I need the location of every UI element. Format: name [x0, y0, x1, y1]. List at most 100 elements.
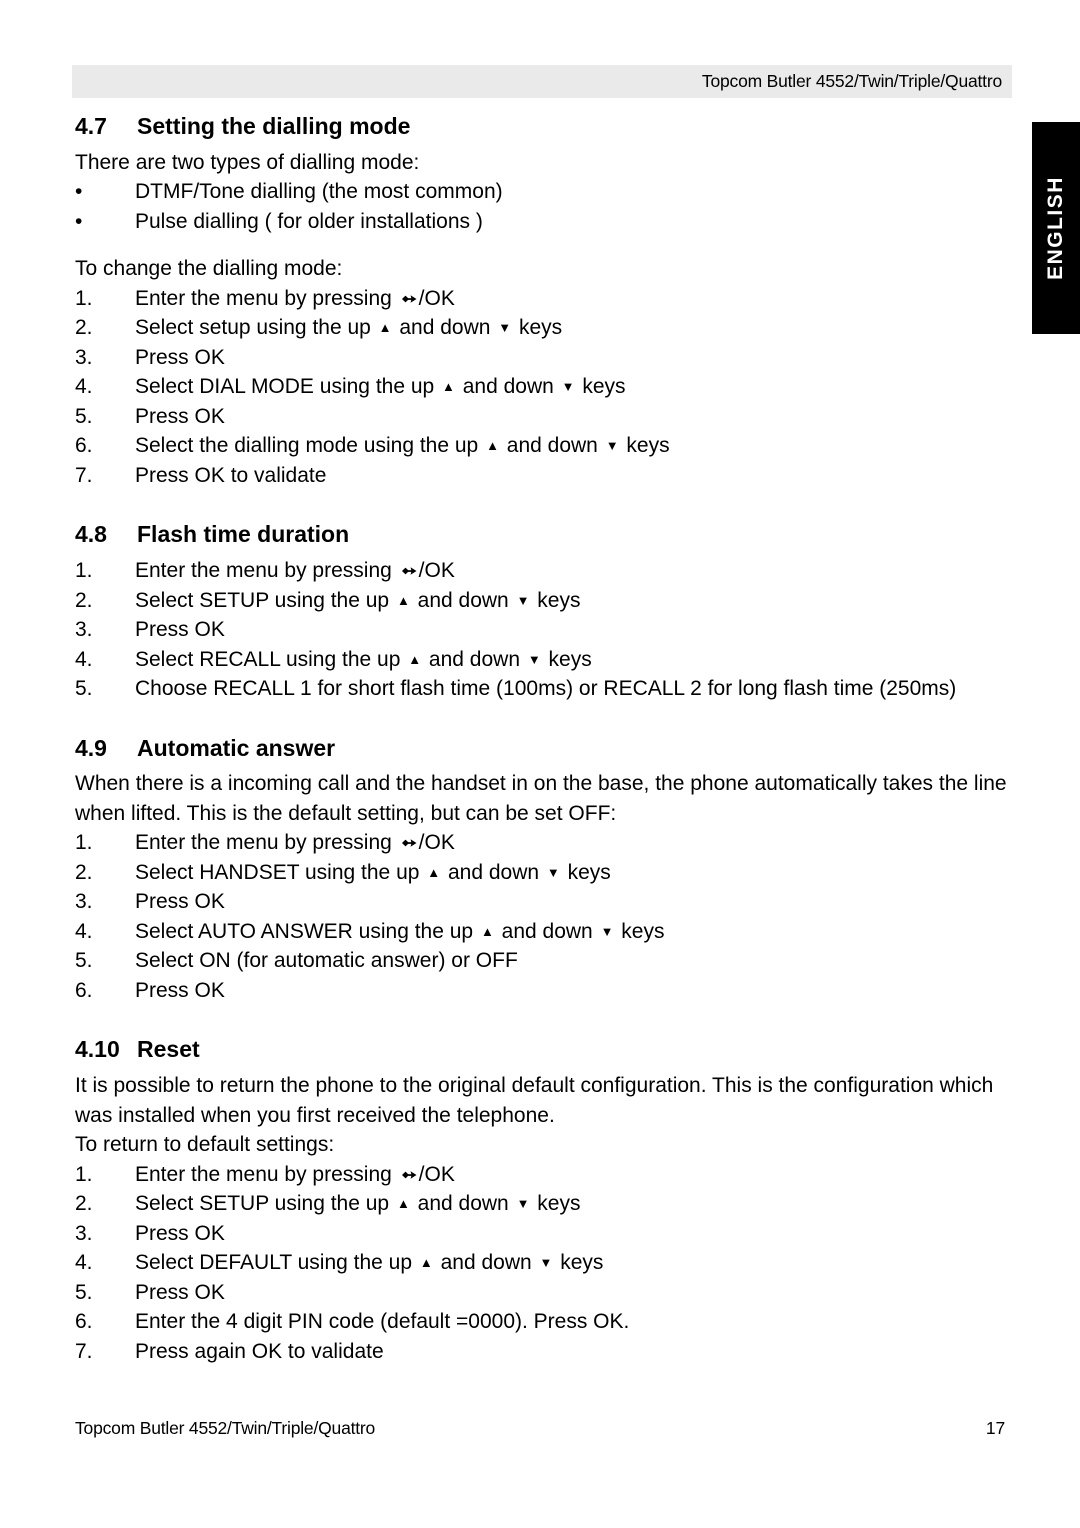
vertical-spacer: [75, 236, 1007, 254]
down-triangle-icon: ▼: [539, 1255, 553, 1270]
step-number: 2.: [75, 316, 93, 340]
up-triangle-icon: ▲: [396, 592, 410, 608]
step-number: 5.: [75, 404, 93, 428]
list-item: 3. Press OK: [75, 1219, 1007, 1249]
step-number: 3.: [75, 1221, 93, 1245]
step-number: 6.: [75, 978, 93, 1002]
step-text-pre: Select ON (for automatic answer) or OFF: [135, 949, 518, 973]
step-number: 6.: [75, 434, 93, 458]
list-item: 6. Enter the 4 digit PIN code (default =0…: [75, 1307, 1007, 1337]
step-text: Press OK: [135, 343, 1007, 373]
running-header-title: Topcom Butler 4552/Twin/Triple/Quattro: [701, 71, 1002, 91]
vertical-spacer: [75, 141, 1007, 148]
step-text-post: /OK: [418, 286, 455, 310]
section-heading-4-8: 4.8 Flash time duration: [75, 520, 1007, 549]
step-text: Select DIAL MODE using the up ▲ and down…: [135, 372, 1007, 402]
step-text: Press OK: [135, 615, 1007, 645]
list-item: 1. Enter the menu by pressing /OK: [75, 1160, 1007, 1190]
step-text-mid: and down: [434, 1251, 538, 1274]
list-item: 2. Select setup using the up ▲ and down ▼…: [75, 313, 1007, 343]
list-item: 3. Press OK: [75, 887, 1007, 917]
list-item: • DTMF/Tone dialling (the most common): [75, 177, 1007, 207]
step-text-pre: Select DIAL MODE using the up: [135, 375, 441, 399]
step-text-pre: Press OK: [135, 618, 225, 641]
step-text: Select ON (for automatic answer) or OFF: [135, 946, 1007, 976]
step-text: Select the dialling mode using the up ▲ …: [135, 431, 1007, 461]
step-text-mid: and down: [393, 316, 497, 340]
step-text-mid: and down: [500, 434, 604, 458]
up-triangle-icon: ▲: [442, 379, 455, 395]
step-text-pre: Enter the menu by pressing: [135, 286, 398, 310]
section-number: 4.8: [75, 521, 107, 548]
step-text-pre: Press OK: [135, 1280, 225, 1304]
down-triangle-icon: ▼: [498, 320, 512, 336]
list-item: 4. Select AUTO ANSWER using the up ▲ and …: [75, 917, 1007, 947]
section-paragraph: It is possible to return the phone to th…: [75, 1074, 994, 1127]
section-lead-text: To return to default settings:: [75, 1133, 335, 1156]
list-item: 2. Select SETUP using the up ▲ and down ▼…: [75, 1189, 1007, 1219]
up-triangle-icon: ▲: [396, 1196, 410, 1211]
list-item: 6. Press OK: [75, 976, 1007, 1006]
step-text-post: keys: [542, 647, 592, 671]
step-text-post: keys: [531, 588, 581, 612]
list-item: 3. Press OK: [75, 343, 1007, 373]
step-number: 4.: [75, 375, 93, 399]
numbered-step-list: 1. Enter the menu by pressing /OK 2. Select…: [75, 284, 1007, 491]
bullet-marker-icon: •: [75, 180, 83, 204]
section-title: Flash time duration: [137, 521, 350, 548]
section-number: 4.9: [75, 734, 107, 761]
step-text-post: keys: [561, 860, 611, 884]
list-item: 4. Select DEFAULT using the up ▲ and down…: [75, 1248, 1007, 1278]
section-intro-text: There are two types of dialling mode:: [75, 150, 420, 174]
step-number: 1.: [75, 286, 93, 310]
step-text: Enter the 4 digit PIN code (default =000…: [135, 1307, 1007, 1337]
step-text-post: keys: [576, 375, 626, 399]
section-paragraph: When there is a incoming call and the ha…: [75, 772, 1007, 825]
step-text-post: /OK: [418, 831, 455, 855]
up-triangle-icon: ▲: [408, 651, 422, 667]
step-text-post: /OK: [418, 559, 455, 582]
step-text-pre: Enter the menu by pressing: [135, 831, 398, 855]
step-text-pre: Enter the menu by pressing: [135, 559, 398, 582]
list-item: 3. Press OK: [75, 615, 1007, 645]
step-number: 2.: [75, 588, 93, 612]
step-text-pre: Press OK: [135, 404, 225, 428]
section-heading-4-7: 4.7 Setting the dialling mode: [75, 112, 1007, 141]
list-item: 4. Select RECALL using the up ▲ and down …: [75, 645, 1007, 675]
step-text-pre: Select HANDSET using the up: [135, 860, 426, 884]
step-text-pre: Choose RECALL 1 for short flash time (10…: [135, 677, 957, 700]
up-triangle-icon: ▲: [378, 320, 392, 336]
step-text-mid: and down: [456, 375, 560, 399]
step-text-post: keys: [620, 434, 670, 458]
bullet-item-text: DTMF/Tone dialling (the most common): [135, 180, 503, 204]
step-text-pre: Select RECALL using the up: [135, 647, 407, 671]
step-text-pre: Press OK to validate: [135, 463, 327, 487]
step-text-mid: and down: [411, 1192, 515, 1215]
section-title: Setting the dialling mode: [137, 113, 411, 139]
running-header-band: Topcom Butler 4552/Twin/Triple/Quattro: [72, 65, 1012, 98]
step-text-pre: Select AUTO ANSWER using the up: [135, 919, 479, 943]
list-item: 6. Select the dialling mode using the up …: [75, 431, 1007, 461]
list-item: 2. Select HANDSET using the up ▲ and down…: [75, 858, 1007, 888]
step-text: Press again OK to validate: [135, 1337, 1007, 1367]
step-text-pre: Press OK: [135, 345, 225, 369]
bullet-item-text: Pulse dialling ( for older installations…: [135, 209, 483, 233]
list-item: 1. Enter the menu by pressing /OK: [75, 556, 1007, 586]
bullet-list: • DTMF/Tone dialling (the most common) • Pu…: [75, 177, 1007, 236]
up-triangle-icon: ▲: [486, 438, 499, 454]
list-item: 4. Select DIAL MODE using the up ▲ and do…: [75, 372, 1007, 402]
vertical-spacer: [75, 704, 1007, 734]
bullet-marker-icon: •: [75, 209, 83, 233]
step-number: 4.: [75, 1251, 93, 1274]
step-number: 5.: [75, 1280, 93, 1304]
down-triangle-icon: ▼: [516, 1196, 530, 1211]
step-text-post: keys: [554, 1251, 604, 1274]
step-text: Enter the menu by pressing /OK: [135, 828, 1007, 858]
list-item: • Pulse dialling ( for older installation…: [75, 207, 1007, 237]
step-text-mid: and down: [423, 647, 526, 671]
ok-arrow-key-icon: [401, 1161, 418, 1179]
step-text: Press OK: [135, 976, 1007, 1006]
step-text: Select setup using the up ▲ and down ▼ k…: [135, 313, 1007, 343]
step-number: 7.: [75, 463, 93, 487]
language-tab-label: ENGLISH: [1044, 176, 1067, 280]
